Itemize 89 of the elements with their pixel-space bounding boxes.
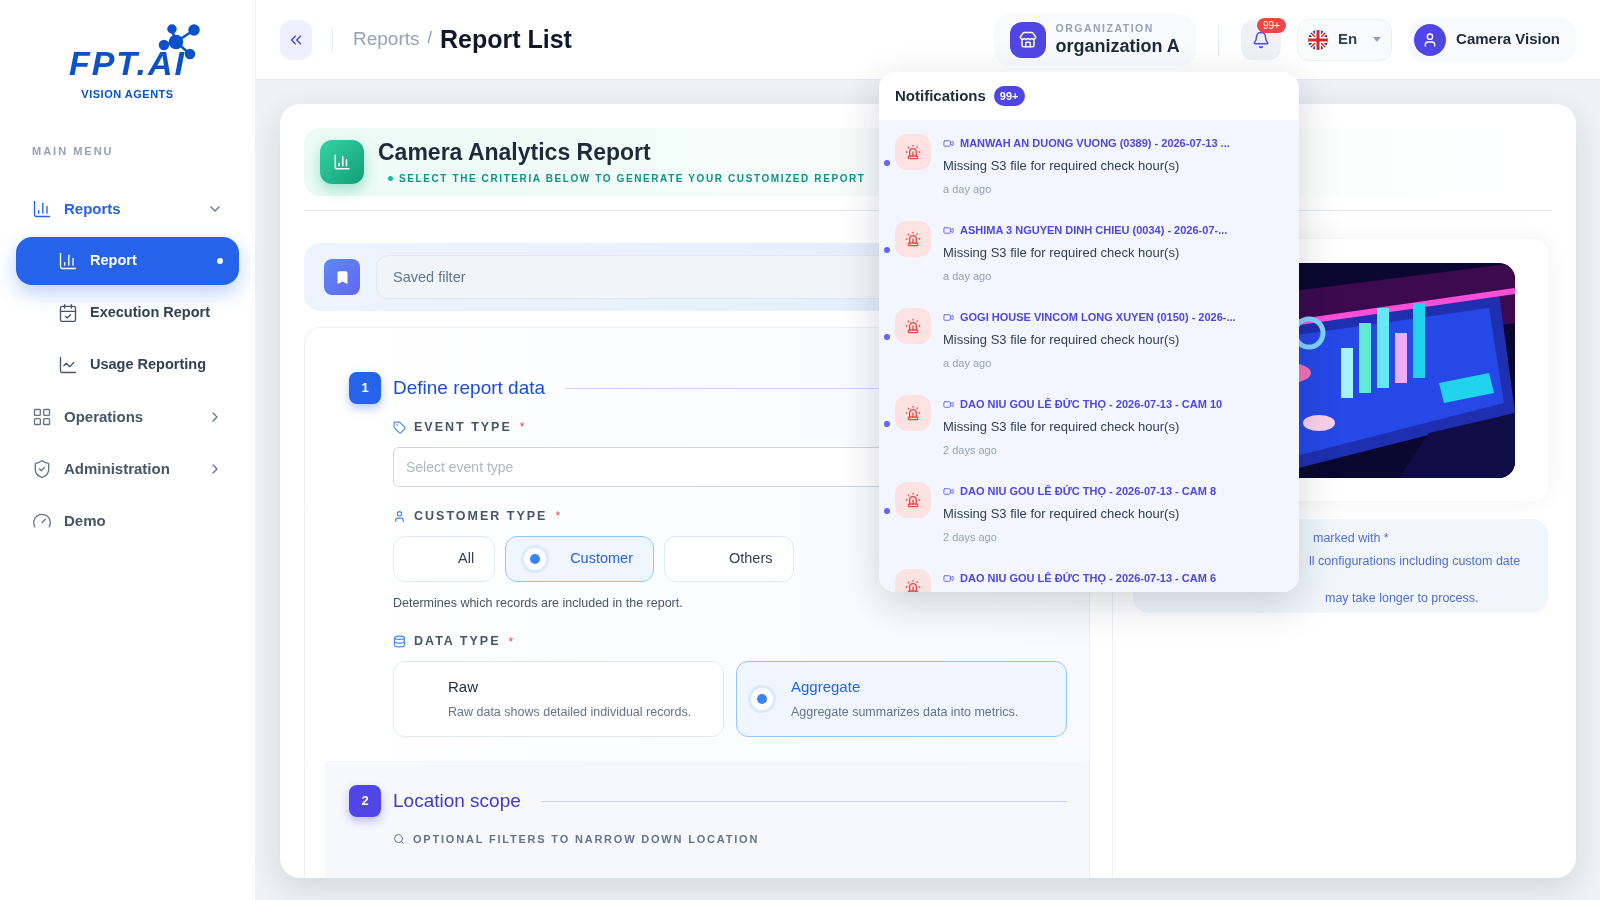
flag-icon [1307, 29, 1328, 50]
notification-message: Missing S3 file for required check hour(s) [943, 418, 1181, 436]
notification-time: a day ago [943, 181, 993, 197]
language-selector[interactable]: En [1296, 18, 1393, 61]
notification-message: Missing S3 file for required check hour(s) [943, 331, 1181, 349]
grid-icon [32, 407, 52, 427]
database-icon [393, 635, 406, 649]
avatar-icon [1414, 23, 1447, 56]
notification-item[interactable]: DAO NIU GOU LÊ ĐỨC THỌ - 2026-07-13 - CAM 8 Missing S3 file for required check hour(s) 2 days ago [879, 468, 1299, 555]
info-note: may take longer to process. [1324, 589, 1480, 607]
menu-item[interactable]: Operations [16, 391, 239, 443]
alarm-icon [895, 395, 931, 431]
notification-title: DAO NIU GOU LÊ ĐỨC THỌ - 2026-07-13 - CAM 10 [960, 396, 1223, 413]
page-title: Report List [440, 23, 572, 55]
bullet-icon [388, 175, 393, 181]
notification-item[interactable]: DAO NIU GOU LÊ ĐỨC THỌ - 2026-07-13 - CAM 6 [879, 555, 1299, 592]
info-note: ll configurations including custom date [1308, 552, 1522, 570]
section-title: Define report data [393, 375, 546, 400]
collapse-sidebar-button[interactable] [280, 19, 312, 60]
popup-title: Notifications [895, 85, 986, 106]
section-label: MAIN MENU [32, 143, 115, 159]
menu-item[interactable]: Demo [16, 495, 239, 547]
notification-item[interactable]: GOGI HOUSE VINCOM LONG XUYEN (0150) - 2026-... Missing S3 file for required check hour(s) a day ago [879, 294, 1299, 381]
caret-icon [1373, 37, 1382, 42]
required-mark: * [519, 419, 525, 437]
organization-selector[interactable]: ORGANIZATION organization A [993, 13, 1196, 66]
notification-item[interactable]: ASHIMA 3 NGUYEN DINH CHIEU (0034) - 2026-07-... Missing S3 file for required check hour(s) a day ago [879, 207, 1299, 294]
notification-time: 2 days ago [943, 529, 998, 545]
bar-chart-icon [58, 251, 78, 271]
report-title: Camera Analytics Report [378, 138, 651, 167]
field-label: DATA TYPE [414, 633, 501, 651]
calendar-check-icon [58, 303, 78, 323]
alarm-icon [895, 134, 931, 170]
step-badge: 1 [349, 372, 381, 404]
data-type-option[interactable]: Aggregate Aggregate summarizes data into metrics. [736, 661, 1067, 737]
customer-type-option[interactable]: Others [664, 535, 794, 582]
notification-item[interactable]: MANWAH AN DUONG VUONG (0389) - 2026-07-13 ... Missing S3 file for required check hour(s) a day ago [879, 120, 1299, 207]
camera-icon [943, 137, 954, 149]
bell-icon [1251, 30, 1270, 49]
bookmark-icon [324, 259, 360, 295]
report-subtitle: SELECT THE CRITERIA BELOW TO GENERATE YOUR CUSTOMIZED REPORT [399, 171, 866, 186]
alarm-icon [895, 221, 931, 257]
section-title: Location scope [393, 788, 521, 813]
line-chart-icon [58, 355, 78, 375]
notification-title: ASHIMA 3 NGUYEN DINH CHIEU (0034) - 2026-07-... [960, 222, 1228, 238]
logo-text: FPT.AI [68, 46, 187, 80]
required-mark: * [508, 633, 514, 651]
shield-check-icon [32, 459, 52, 479]
count-badge: 99+ [993, 86, 1025, 106]
notification-time: a day ago [943, 355, 993, 371]
info-note: marked with * [1312, 530, 1390, 547]
required-mark: * [555, 508, 561, 526]
notification-title: DAO NIU GOU LÊ ĐỨC THỌ - 2026-07-13 - CAM 6 [960, 570, 1217, 587]
camera-icon [943, 485, 954, 497]
notification-count-badge: 99+ [1256, 17, 1286, 33]
submenu-item[interactable]: Execution Report [16, 289, 239, 337]
notification-title: GOGI HOUSE VINCOM LONG XUYEN (0150) - 2026-... [960, 309, 1236, 325]
notification-message: Missing S3 file for required check hour(s) [943, 505, 1181, 523]
help-text: Determines which records are included in the report. [393, 594, 684, 612]
field-label: CUSTOMER TYPE [414, 507, 548, 525]
alarm-icon [895, 482, 931, 518]
menu-item[interactable]: Reports [16, 183, 239, 235]
bar-chart-icon [32, 199, 52, 219]
alarm-icon [895, 308, 931, 344]
tag-icon [393, 420, 406, 434]
user-icon [393, 509, 406, 523]
user-menu[interactable]: Camera Vision [1408, 17, 1576, 62]
logo-subtitle: VISION AGENTS [81, 87, 174, 102]
notification-item[interactable]: DAO NIU GOU LÊ ĐỨC THỌ - 2026-07-13 - CAM 10 Missing S3 file for required check hour(s) 2 days ago [879, 381, 1299, 468]
camera-icon [943, 224, 954, 236]
bar-chart-icon [320, 140, 364, 184]
notification-time: a day ago [943, 268, 993, 284]
step-badge: 2 [349, 785, 381, 817]
customer-type-option[interactable]: All [393, 535, 496, 582]
submenu-item[interactable]: Usage Reporting [16, 341, 239, 389]
data-type-option[interactable]: Raw Raw data shows detailed individual records. [393, 661, 724, 737]
notification-title: MANWAH AN DUONG VUONG (0389) - 2026-07-13 ... [960, 135, 1230, 151]
camera-icon [943, 311, 954, 323]
search-icon [393, 833, 405, 846]
breadcrumb-separator: / [427, 27, 432, 48]
menu-item[interactable]: Administration [16, 443, 239, 495]
store-icon [1009, 21, 1046, 58]
camera-icon [943, 398, 954, 410]
notification-message: Missing S3 file for required check hour(s) [943, 157, 1181, 175]
field-label: EVENT TYPE [414, 419, 512, 436]
camera-icon [943, 572, 954, 584]
submenu-item[interactable]: Report [16, 237, 239, 285]
customer-type-option[interactable]: Customer [505, 535, 654, 582]
section-hint: OPTIONAL FILTERS TO NARROW DOWN LOCATION [413, 832, 760, 847]
